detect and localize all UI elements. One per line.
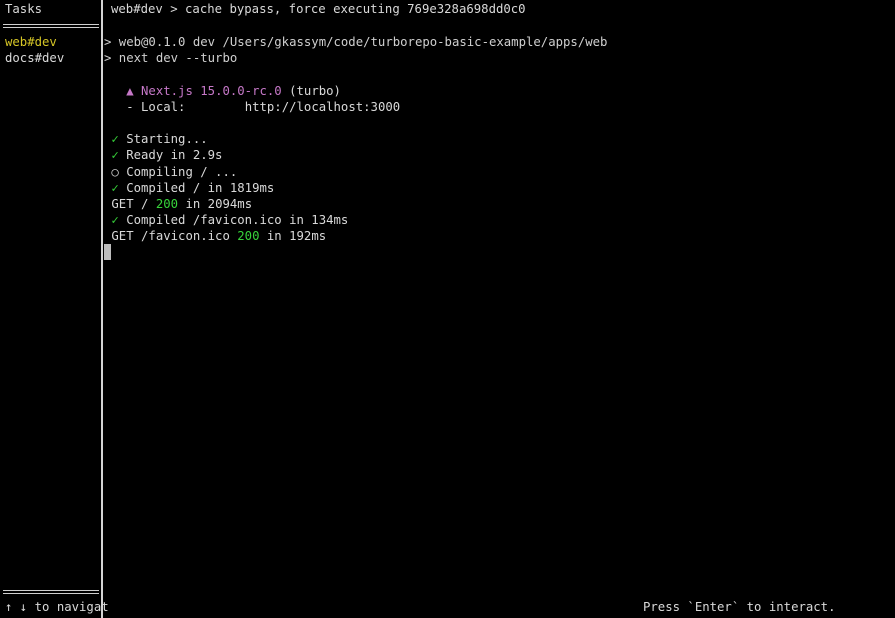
- interact-hint: Press `Enter` to interact.: [643, 600, 836, 614]
- cursor-line: [104, 244, 884, 261]
- sidebar-top-rule: [3, 24, 99, 28]
- log-line: ✓ Compiled / in 1819ms: [104, 180, 884, 196]
- log-text: Ready in 2.9s: [126, 148, 223, 163]
- task-list: web#dev docs#dev: [5, 34, 64, 66]
- log-line: ✓ Ready in 2.9s: [104, 147, 884, 163]
- local-url[interactable]: http://localhost:3000: [245, 100, 400, 114]
- task-item-web-dev[interactable]: web#dev: [5, 34, 64, 50]
- request-path: GET /: [111, 196, 149, 211]
- next-version: Next.js 15.0.0-rc.0: [141, 83, 282, 98]
- local-label: - Local:: [126, 99, 186, 114]
- request-path: GET /favicon.ico: [111, 229, 230, 244]
- sidebar-title: Tasks: [5, 2, 43, 16]
- navigation-hint: ↑ ↓ to navigat: [5, 600, 109, 614]
- check-icon: ✓: [111, 132, 119, 147]
- check-icon: ✓: [111, 148, 119, 163]
- task-output-pane[interactable]: web#dev > cache bypass, force executing …: [103, 0, 895, 618]
- next-mode: (turbo): [289, 83, 341, 98]
- command-line-script: > web@0.1.0 dev /Users/gkassym/code/turb…: [104, 35, 608, 49]
- request-log-line: GET /favicon.ico 200 in 192ms: [104, 228, 884, 244]
- check-icon: ✓: [111, 180, 119, 195]
- log-text: Compiling / ...: [126, 164, 238, 179]
- next-banner: ▲ Next.js 15.0.0-rc.0 (turbo): [104, 83, 884, 99]
- local-url-line: - Local: http://localhost:3000: [104, 99, 884, 115]
- log-text: Compiled /favicon.ico in 134ms: [126, 213, 349, 228]
- log-line: ✓ Compiled /favicon.ico in 134ms: [104, 212, 884, 228]
- log-text: Starting...: [126, 132, 208, 147]
- task-item-docs-dev[interactable]: docs#dev: [5, 50, 64, 66]
- check-icon: ✓: [111, 213, 119, 228]
- status-code: 200: [155, 196, 179, 211]
- log-text: Compiled / in 1819ms: [126, 180, 275, 195]
- status-code: 200: [237, 229, 260, 244]
- log-line: ○ Compiling / ...: [104, 164, 884, 180]
- terminal-output: > web@0.1.0 dev /Users/gkassym/code/turb…: [104, 34, 884, 261]
- terminal-cursor: [104, 244, 111, 261]
- request-timing: in 192ms: [266, 229, 327, 244]
- request-timing: in 2094ms: [185, 196, 253, 211]
- command-line-next: > next dev --turbo: [104, 51, 238, 66]
- next-triangle-icon: ▲: [126, 83, 134, 98]
- pane-header: web#dev > cache bypass, force executing …: [111, 2, 526, 16]
- request-log-line: GET / 200 in 2094ms: [104, 196, 884, 212]
- sidebar-bottom-rule: [3, 590, 99, 594]
- circle-icon: ○: [111, 164, 119, 179]
- tasks-sidebar: Tasks web#dev docs#dev ↑ ↓ to navigat: [0, 0, 109, 618]
- log-line: ✓ Starting...: [104, 131, 884, 147]
